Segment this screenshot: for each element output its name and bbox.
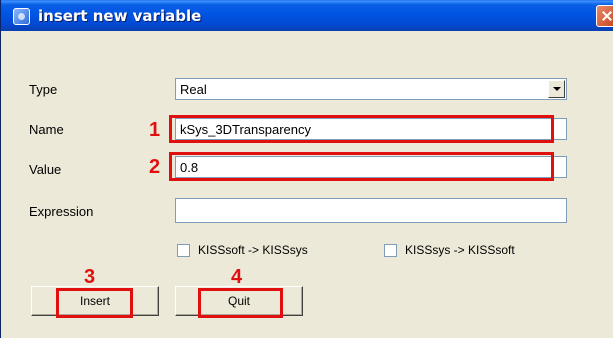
- checkbox-label: KISSsys -> KISSsoft: [405, 243, 515, 257]
- callout-box-3: [56, 288, 133, 318]
- dialog-window: insert new variable Type Real Name kSys_…: [0, 0, 613, 338]
- callout-number-3: 3: [84, 266, 96, 288]
- name-label: Name: [29, 122, 64, 137]
- checkbox-kisssys-to-kisssoft[interactable]: KISSsys -> KISSsoft: [384, 243, 515, 257]
- callout-number-4: 4: [231, 266, 243, 288]
- close-button[interactable]: [596, 5, 613, 27]
- expression-label: Expression: [29, 204, 94, 219]
- callout-box-2: [169, 152, 554, 181]
- callout-box-4: [198, 288, 283, 318]
- expression-field[interactable]: [175, 198, 567, 223]
- type-value: Real: [180, 82, 207, 97]
- checkbox-box[interactable]: [384, 243, 397, 257]
- chevron-down-icon[interactable]: [548, 80, 565, 98]
- title-bar[interactable]: insert new variable: [1, 0, 613, 31]
- checkbox-box[interactable]: [177, 243, 190, 257]
- callout-number-1: 1: [149, 119, 161, 141]
- type-label: Type: [29, 82, 58, 97]
- callout-box-1: [169, 115, 554, 143]
- checkbox-label: KISSsoft -> KISSsys: [198, 243, 308, 257]
- kiss-sys-icon: [13, 8, 30, 25]
- type-select[interactable]: Real: [175, 78, 567, 100]
- callout-number-2: 2: [149, 156, 161, 178]
- window-title: insert new variable: [38, 7, 202, 25]
- checkbox-kisssoft-to-kisssys[interactable]: KISSsoft -> KISSsys: [177, 243, 308, 257]
- value-label: Value: [29, 162, 62, 177]
